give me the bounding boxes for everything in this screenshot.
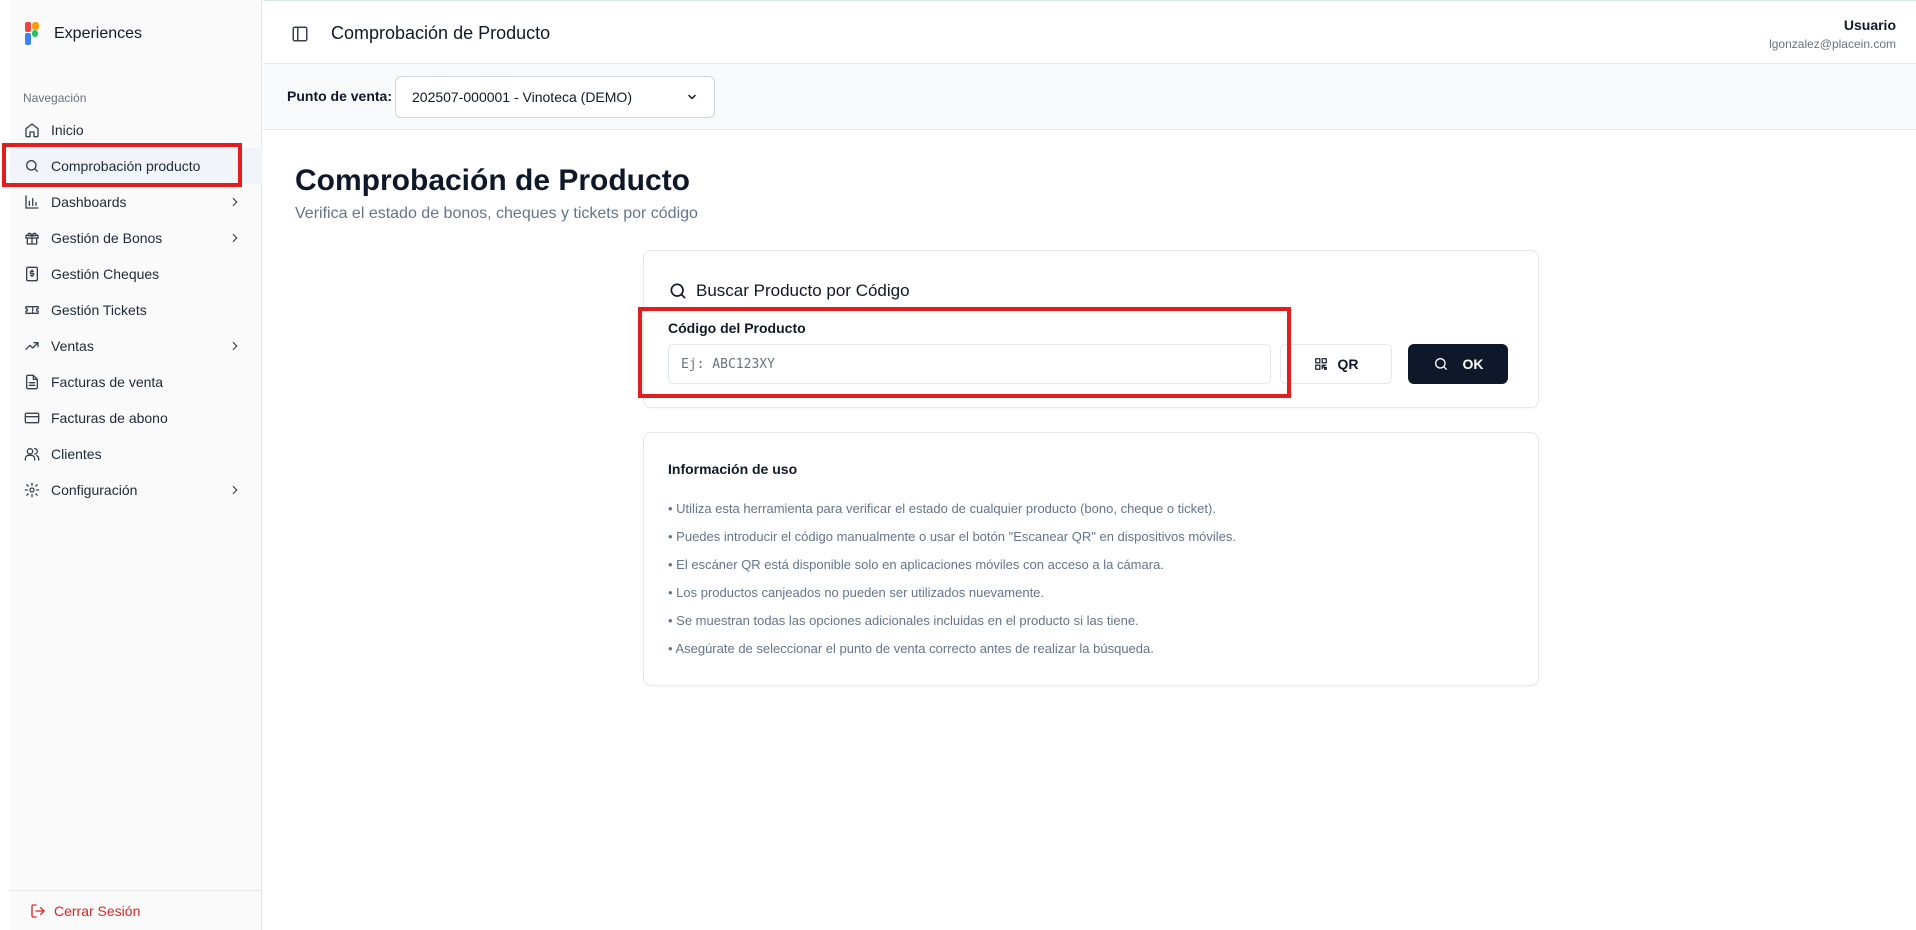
page-title: Comprobación de Producto bbox=[295, 164, 691, 197]
chevron-right-icon bbox=[232, 233, 238, 243]
sidebar-item-label: Facturas de abono bbox=[51, 410, 168, 426]
list-item: • Se muestran todas las opciones adicion… bbox=[668, 613, 1139, 628]
dollar-receipt-icon bbox=[23, 265, 41, 283]
search-icon bbox=[23, 157, 41, 175]
product-code-input[interactable] bbox=[668, 344, 1271, 384]
ticket-icon bbox=[23, 301, 41, 319]
logout-label: Cerrar Sesión bbox=[54, 902, 141, 919]
search-card: Buscar Producto por Código Código del Pr… bbox=[643, 250, 1539, 408]
credit-card-icon bbox=[23, 409, 41, 427]
brand-logo-icon bbox=[25, 22, 39, 45]
logout-button[interactable]: Cerrar Sesión bbox=[10, 890, 262, 930]
sidebar-item-comprobacion-producto[interactable]: Comprobación producto bbox=[10, 148, 262, 184]
chevron-right-icon bbox=[232, 197, 238, 207]
left-gutter bbox=[0, 0, 10, 930]
pos-label: Punto de venta: bbox=[287, 88, 393, 104]
sidebar-item-label: Comprobación producto bbox=[51, 158, 201, 174]
sidebar-toggle-icon[interactable] bbox=[291, 25, 309, 43]
sidebar-item-configuracion[interactable]: Configuración bbox=[10, 472, 262, 508]
main: Comprobación de Producto Usuario lgonzal… bbox=[263, 0, 1916, 930]
sidebar-item-inicio[interactable]: Inicio bbox=[10, 112, 262, 148]
sidebar-item-dashboards[interactable]: Dashboards bbox=[10, 184, 262, 220]
sidebar-item-ventas[interactable]: Ventas bbox=[10, 328, 262, 364]
chevron-right-icon bbox=[232, 485, 238, 495]
chevron-right-icon bbox=[232, 341, 238, 351]
file-text-icon bbox=[23, 373, 41, 391]
qr-code-icon bbox=[1314, 358, 1327, 370]
list-item: • Utiliza esta herramienta para verifica… bbox=[668, 501, 1216, 516]
sidebar-item-clientes[interactable]: Clientes bbox=[10, 436, 262, 472]
sidebar-item-gestion-cheques[interactable]: Gestión Cheques bbox=[10, 256, 262, 292]
qr-scan-button[interactable]: QR bbox=[1280, 344, 1392, 384]
usage-info-card: Información de uso • Utiliza esta herram… bbox=[643, 432, 1539, 686]
chevron-down-icon bbox=[688, 94, 696, 100]
list-item: • El escáner QR está disponible solo en … bbox=[668, 557, 1164, 572]
trending-up-icon bbox=[23, 337, 41, 355]
sidebar-item-label: Gestión Cheques bbox=[51, 266, 160, 282]
users-icon bbox=[23, 445, 41, 463]
home-icon bbox=[23, 121, 41, 139]
brand[interactable]: Experiences bbox=[24, 20, 142, 48]
pos-bar: Punto de venta: 202507-000001 - Vinoteca… bbox=[263, 64, 1916, 130]
sidebar-item-label: Configuración bbox=[51, 482, 138, 498]
search-icon bbox=[1434, 358, 1447, 370]
gift-icon bbox=[23, 229, 41, 247]
sidebar: Experiences Navegación Inicio Comprobaci… bbox=[10, 0, 262, 930]
app: Experiences Navegación Inicio Comprobaci… bbox=[0, 0, 1916, 930]
topbar-title: Comprobación de Producto bbox=[331, 23, 551, 43]
page-subtitle: Verifica el estado de bonos, cheques y t… bbox=[295, 205, 698, 222]
sidebar-item-label: Gestión Tickets bbox=[51, 302, 147, 318]
sidebar-item-label: Inicio bbox=[51, 122, 84, 138]
search-icon bbox=[670, 283, 686, 299]
logout-icon bbox=[31, 903, 45, 918]
sidebar-nav: Inicio Comprobación producto Dashboards bbox=[10, 112, 262, 508]
code-field-label: Código del Producto bbox=[668, 320, 806, 336]
user-email: lgonzalez@placein.com bbox=[1769, 37, 1896, 51]
pos-select[interactable]: 202507-000001 - Vinoteca (DEMO) bbox=[395, 76, 715, 118]
sidebar-item-gestion-tickets[interactable]: Gestión Tickets bbox=[10, 292, 262, 328]
sidebar-item-label: Ventas bbox=[51, 338, 94, 354]
sidebar-item-facturas-venta[interactable]: Facturas de venta bbox=[10, 364, 262, 400]
sidebar-item-label: Facturas de venta bbox=[51, 374, 164, 390]
topbar: Comprobación de Producto Usuario lgonzal… bbox=[263, 0, 1916, 64]
bar-chart-icon bbox=[23, 193, 41, 211]
search-card-title: Buscar Producto por Código bbox=[668, 281, 910, 301]
sidebar-item-facturas-abono[interactable]: Facturas de abono bbox=[10, 400, 262, 436]
ok-search-button[interactable]: OK bbox=[1408, 344, 1508, 384]
sidebar-item-label: Dashboards bbox=[51, 194, 127, 210]
user-name: Usuario bbox=[1843, 17, 1896, 33]
nav-section-label: Navegación bbox=[23, 91, 87, 105]
list-item: • Puedes introducir el código manualment… bbox=[668, 529, 1237, 544]
sidebar-item-label: Clientes bbox=[51, 446, 102, 462]
sidebar-item-gestion-bonos[interactable]: Gestión de Bonos bbox=[10, 220, 262, 256]
ok-button-label: OK bbox=[1462, 356, 1484, 372]
qr-button-label: QR bbox=[1337, 356, 1359, 372]
brand-name: Experiences bbox=[54, 25, 143, 42]
pos-selected-value: 202507-000001 - Vinoteca (DEMO) bbox=[412, 89, 632, 105]
list-item: • Los productos canjeados no pueden ser … bbox=[668, 585, 1045, 600]
list-item: • Asegúrate de seleccionar el punto de v… bbox=[668, 641, 1154, 656]
gear-icon bbox=[23, 481, 41, 499]
usage-info-list: • Utiliza esta herramienta para verifica… bbox=[668, 501, 1236, 669]
sidebar-item-label: Gestión de Bonos bbox=[51, 230, 163, 246]
user-menu[interactable]: Usuario lgonzalez@placein.com bbox=[1769, 17, 1896, 51]
search-card-title-text: Buscar Producto por Código bbox=[696, 281, 910, 300]
usage-info-title: Información de uso bbox=[668, 461, 798, 477]
